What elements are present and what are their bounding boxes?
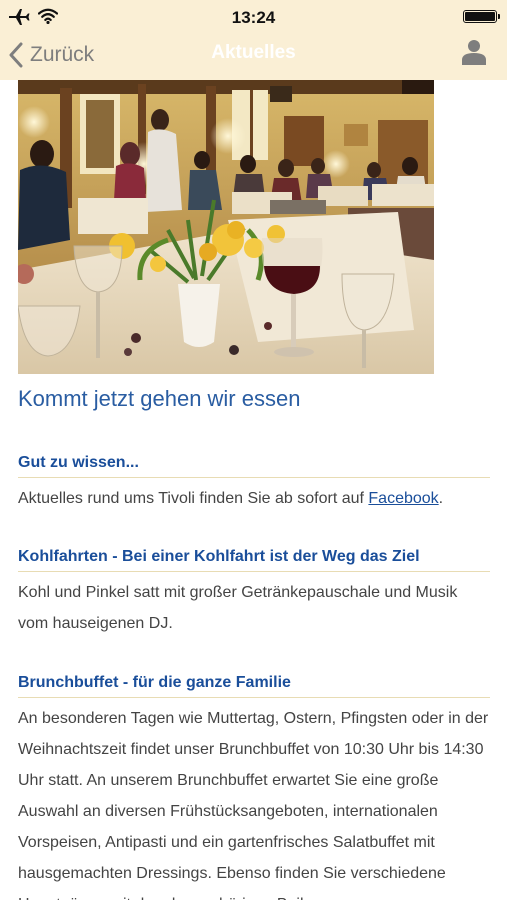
battery-icon — [463, 10, 500, 23]
facebook-link[interactable]: Facebook — [368, 490, 438, 507]
brunchbuffet-section: Brunchbuffet - für die ganze Familie An … — [18, 674, 490, 900]
section-body: Kohl und Pinkel satt mit großer Getränke… — [18, 584, 458, 632]
user-icon[interactable] — [460, 38, 488, 66]
navigation-bar: Zurück Aktuelles — [0, 34, 507, 80]
status-bar: 13:24 — [0, 0, 507, 34]
section-body: Aktuelles rund ums Tivoli finden Sie ab … — [18, 483, 490, 514]
page-title: Aktuelles — [211, 42, 296, 63]
section-heading: Kohlfahrten - Bei einer Kohlfahrt ist de… — [18, 548, 490, 572]
section-text-end: . — [438, 490, 444, 507]
section-text: Aktuelles rund ums Tivoli finden Sie ab … — [18, 490, 369, 507]
article-headline: Kommt jetzt gehen wir essen — [18, 386, 301, 411]
section-heading: Brunchbuffet - für die ganze Familie — [18, 674, 490, 698]
kohlfahrten-section: Kohlfahrten - Bei einer Kohlfahrt ist de… — [18, 548, 490, 639]
restaurant-photo — [18, 80, 434, 374]
section-body: An besonderen Tagen wie Muttertag, Oster… — [18, 710, 489, 900]
status-time: 13:24 — [231, 8, 276, 27]
section-heading: Gut zu wissen... — [18, 454, 490, 478]
info-section: Gut zu wissen... Aktuelles rund ums Tivo… — [18, 454, 490, 514]
content-area[interactable]: Kommt jetzt gehen wir essen Gut zu wisse… — [0, 80, 507, 900]
top-bar: 13:24 Zurück Aktuelles — [0, 0, 507, 80]
